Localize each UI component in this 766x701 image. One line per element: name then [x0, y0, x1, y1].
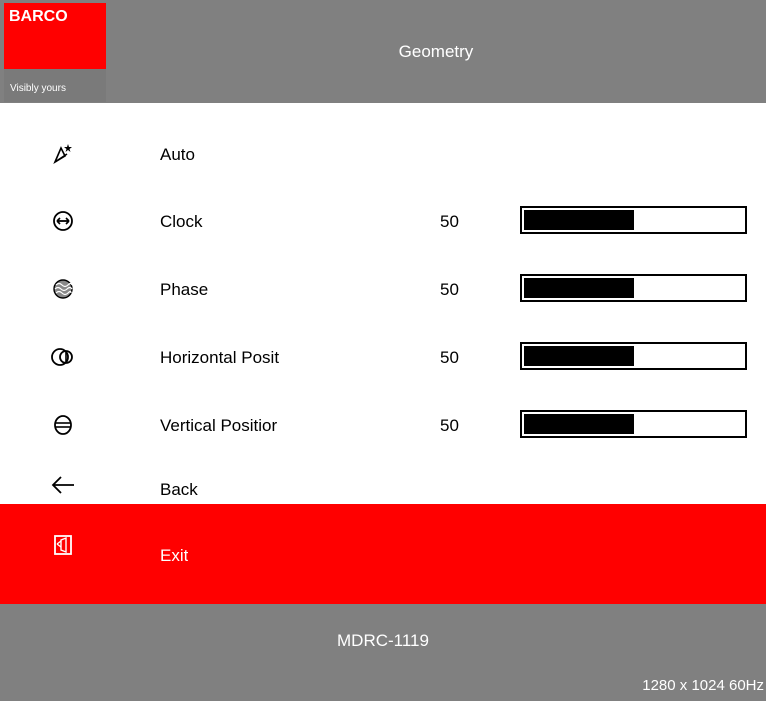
- monitor-model: MDRC-1119: [337, 631, 429, 650]
- phase-value: 50: [440, 280, 459, 299]
- logo-brand-text: BARCO: [9, 8, 68, 25]
- exit-icon: [50, 532, 76, 558]
- menu-item-phase[interactable]: Phase 50: [0, 256, 766, 324]
- status-footer: MDRC-1119 1280 x 1024 60Hz: [0, 604, 766, 701]
- menu-item-exit[interactable]: Exit: [0, 504, 766, 604]
- horizontal-position-slider-fill: [524, 346, 634, 366]
- clock-slider[interactable]: [520, 206, 747, 234]
- horizontal-position-value: 50: [440, 348, 459, 367]
- display-resolution: 1280 x 1024 60Hz: [642, 677, 764, 694]
- logo-red-block: BARCO: [4, 3, 106, 69]
- vertical-position-icon: [50, 412, 76, 438]
- menu-item-label: Clock: [160, 212, 203, 231]
- phase-slider-fill: [524, 278, 634, 298]
- vertical-position-slider[interactable]: [520, 410, 747, 438]
- vertical-position-value: 50: [440, 416, 459, 435]
- horizontal-position-slider[interactable]: [520, 342, 747, 370]
- back-arrow-icon: [50, 472, 76, 498]
- vertical-position-slider-fill: [524, 414, 634, 434]
- menu-title: Geometry: [398, 42, 474, 61]
- menu-item-label: Auto: [160, 145, 195, 164]
- menu-item-clock[interactable]: Clock 50: [0, 188, 766, 256]
- phase-slider[interactable]: [520, 274, 747, 302]
- auto-adjust-icon: [50, 141, 76, 167]
- clock-value: 50: [440, 212, 459, 231]
- menu-item-horizontal-position[interactable]: Horizontal Posit 50: [0, 324, 766, 392]
- clock-width-icon: [50, 208, 76, 234]
- menu-item-back[interactable]: Back: [0, 460, 766, 504]
- menu-item-label: Phase: [160, 280, 209, 299]
- logo-tagline: Visibly yours: [10, 83, 66, 94]
- menu-item-label: Vertical Positior: [160, 416, 278, 435]
- menu-item-label: Horizontal Posit: [160, 348, 280, 367]
- clock-slider-fill: [524, 210, 634, 230]
- menu-item-vertical-position[interactable]: Vertical Positior 50: [0, 392, 766, 460]
- horizontal-position-icon: [50, 344, 76, 370]
- menu-item-auto[interactable]: Auto: [0, 120, 766, 188]
- menu-item-label: Exit: [160, 546, 189, 565]
- header-bar: BARCO Visibly yours Geometry: [0, 0, 766, 103]
- phase-icon: [50, 276, 76, 302]
- menu-item-label: Back: [160, 480, 198, 499]
- barco-logo: BARCO Visibly yours: [4, 3, 106, 102]
